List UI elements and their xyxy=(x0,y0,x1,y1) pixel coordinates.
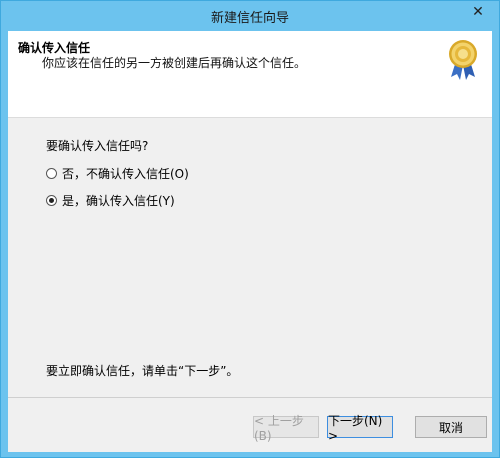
radio-label-yes: 是，确认传入信任(Y) xyxy=(62,194,175,208)
back-button[interactable]: < 上一步(B) xyxy=(253,414,319,443)
certificate-award-icon xyxy=(449,40,477,80)
question-label: 要确认传入信任吗? xyxy=(46,139,149,153)
title-bar[interactable]: 新建信任向导 ✕ xyxy=(1,1,499,31)
cancel-button[interactable]: 取消 xyxy=(415,416,487,438)
next-hint-text: 要立即确认信任，请单击“下一步”。 xyxy=(46,364,239,378)
radio-option-yes[interactable]: 是，确认传入信任(Y) xyxy=(46,192,175,209)
footer-divider xyxy=(8,397,492,398)
radio-button-no[interactable] xyxy=(46,168,57,179)
wizard-client-area: 确认传入信任 你应该在信任的另一方被创建后再确认这个信任。 要确认传入信任吗? … xyxy=(8,31,492,452)
radio-button-yes[interactable] xyxy=(46,195,57,206)
radio-option-no[interactable]: 否，不确认传入信任(O) xyxy=(46,165,189,182)
next-button[interactable]: 下一步(N) > xyxy=(327,414,393,443)
radio-label-no: 否，不确认传入信任(O) xyxy=(62,167,189,181)
wizard-header: 确认传入信任 你应该在信任的另一方被创建后再确认这个信任。 xyxy=(8,31,492,118)
wizard-window: 新建信任向导 ✕ 确认传入信任 你应该在信任的另一方被创建后再确认这个信任。 要… xyxy=(0,0,500,458)
page-subtitle: 你应该在信任的另一方被创建后再确认这个信任。 xyxy=(42,56,307,70)
close-button[interactable]: ✕ xyxy=(463,1,493,23)
close-icon: ✕ xyxy=(472,4,484,20)
window-title: 新建信任向导 xyxy=(210,11,289,26)
